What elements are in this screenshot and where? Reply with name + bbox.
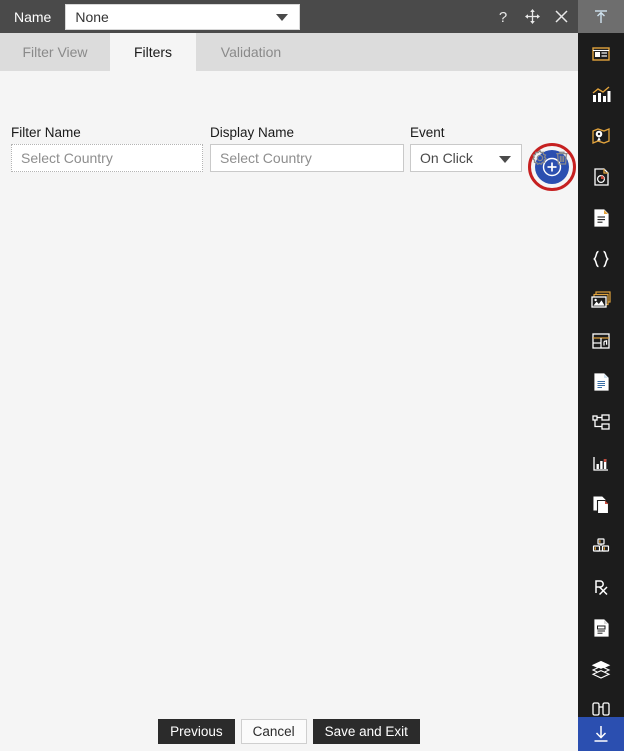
chevron-down-icon: [499, 156, 511, 163]
display-name-value: Select Country: [220, 150, 312, 166]
cancel-button[interactable]: Cancel: [240, 718, 307, 744]
document-lines-icon[interactable]: [578, 361, 624, 402]
filter-editor-window: Name None ? Filter View Filters Validati…: [0, 0, 624, 751]
tab-bar: Filter View Filters Validation: [0, 33, 578, 71]
chevron-down-icon: [276, 13, 289, 21]
close-icon[interactable]: [552, 8, 570, 26]
footer-actions: Previous Cancel Save and Exit: [0, 711, 578, 751]
layers-icon[interactable]: [578, 648, 624, 689]
clipboard-report-icon[interactable]: [578, 607, 624, 648]
display-name-input[interactable]: Select Country: [210, 144, 404, 172]
table-grid-icon[interactable]: [578, 320, 624, 361]
chart-bar-line-icon[interactable]: [578, 74, 624, 115]
curly-braces-icon[interactable]: [578, 238, 624, 279]
move-icon[interactable]: [523, 8, 541, 26]
sidebar-icon-list: [578, 33, 624, 717]
tab-validation[interactable]: Validation: [196, 33, 306, 71]
event-value: On Click: [420, 150, 473, 166]
document-text-icon[interactable]: [578, 197, 624, 238]
filters-panel: Filter Name Display Name Event Select Co…: [0, 71, 578, 711]
trash-icon[interactable]: [551, 147, 573, 169]
right-sidebar: [578, 0, 624, 751]
image-stack-icon[interactable]: [578, 279, 624, 320]
header-tools: ?: [494, 0, 570, 33]
column-header-event: Event: [410, 125, 445, 140]
document-pie-icon[interactable]: [578, 156, 624, 197]
filter-name-value: Select Country: [21, 150, 113, 166]
rx-icon[interactable]: [578, 566, 624, 607]
tab-filter-view[interactable]: Filter View: [0, 33, 110, 71]
name-select[interactable]: None: [65, 3, 301, 30]
cubes-icon[interactable]: [578, 525, 624, 566]
save-and-exit-button[interactable]: Save and Exit: [312, 718, 420, 744]
window-card-icon[interactable]: [578, 33, 624, 74]
gear-icon[interactable]: [529, 147, 551, 169]
filter-name-input[interactable]: Select Country: [11, 144, 203, 172]
help-icon[interactable]: ?: [494, 8, 512, 26]
event-select[interactable]: On Click: [410, 144, 522, 172]
tab-filters[interactable]: Filters: [110, 33, 196, 71]
map-pin-icon[interactable]: [578, 115, 624, 156]
column-header-display-name: Display Name: [210, 125, 295, 140]
previous-button[interactable]: Previous: [158, 718, 235, 744]
window-header: Name None ?: [0, 0, 578, 33]
name-label: Name: [14, 8, 52, 25]
binoculars-icon[interactable]: [578, 689, 624, 717]
collapse-up-icon[interactable]: [578, 0, 624, 33]
document-copy-icon[interactable]: [578, 484, 624, 525]
tree-hierarchy-icon[interactable]: [578, 402, 624, 443]
tab-bar-filler: [306, 33, 578, 71]
main-panel: Name None ? Filter View Filters Validati…: [0, 0, 578, 751]
bar-chart-axis-icon[interactable]: [578, 443, 624, 484]
name-select-value: None: [75, 8, 109, 25]
column-header-filter-name: Filter Name: [11, 125, 81, 140]
svg-text:?: ?: [499, 9, 507, 25]
download-icon[interactable]: [578, 717, 624, 751]
